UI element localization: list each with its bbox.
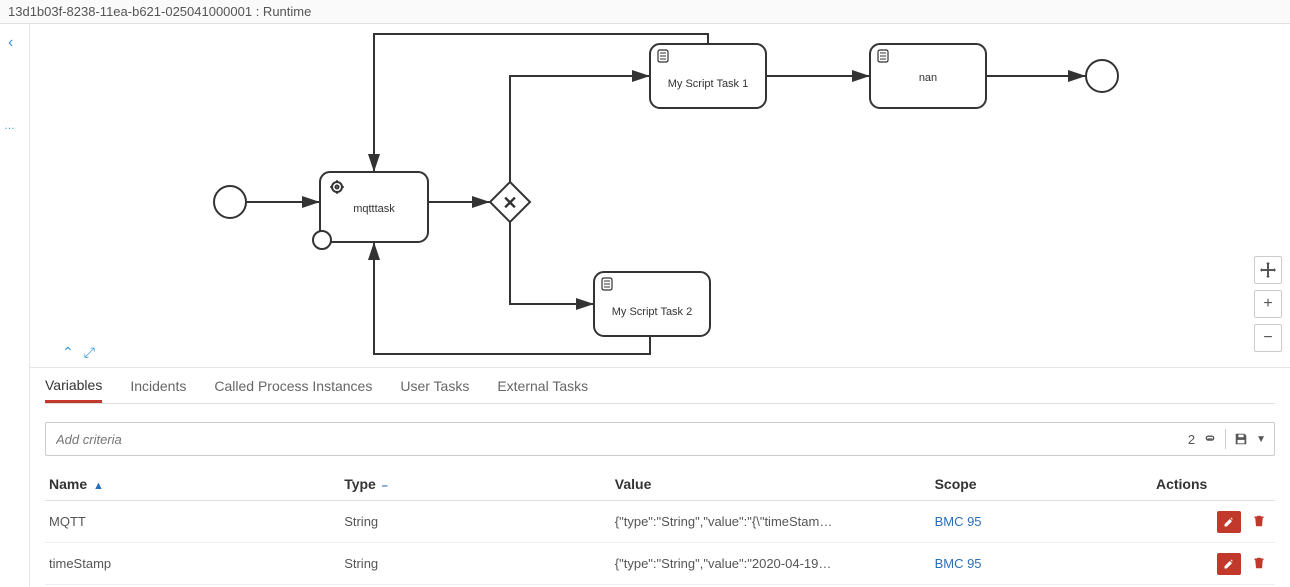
dropdown-caret-icon[interactable]: ▼ <box>1256 434 1266 445</box>
cell-value: {"type":"String","value":"{\"timeStam… <box>611 501 931 543</box>
table-row: timeStamp String {"type":"String","value… <box>45 543 1275 585</box>
exclusive-gateway[interactable]: ✕ <box>490 182 530 222</box>
task-script-2[interactable]: My Script Task 2 <box>594 272 710 336</box>
tab-external-tasks[interactable]: External Tasks <box>497 370 588 401</box>
start-event[interactable] <box>214 186 246 218</box>
tab-variables[interactable]: Variables <box>45 369 102 403</box>
diagram-svg: mqtttask 1 <box>30 24 1290 368</box>
task-script-1-label: My Script Task 1 <box>668 78 749 90</box>
th-scope[interactable]: Scope <box>931 468 1152 501</box>
variables-panel: 2 ▼ Name ▲ <box>45 404 1275 587</box>
end-event[interactable] <box>1086 60 1118 92</box>
sort-asc-icon: ▲ <box>93 480 104 492</box>
tab-incidents[interactable]: Incidents <box>130 370 186 401</box>
reset-view-icon[interactable] <box>1254 256 1282 284</box>
cell-name: MQTT <box>45 501 340 543</box>
task-mqtttask[interactable]: mqtttask 1 <box>313 172 428 249</box>
tabs-bar: Variables Incidents Called Process Insta… <box>45 368 1275 404</box>
left-rail: ‹ … <box>0 24 30 587</box>
flow-gw-s2 <box>510 222 594 304</box>
task-script-2-label: My Script Task 2 <box>612 306 693 318</box>
bpmn-diagram[interactable]: mqtttask 1 <box>30 24 1290 368</box>
link-icon[interactable] <box>1203 432 1217 446</box>
task-script-1[interactable]: My Script Task 1 <box>650 44 766 108</box>
task-nan[interactable]: nan <box>870 44 986 108</box>
th-name[interactable]: Name ▲ <box>45 468 340 501</box>
task-nan-label: nan <box>919 72 937 84</box>
corner-toggles: ⌃ ⤢ <box>62 344 95 361</box>
edit-icon[interactable] <box>1217 553 1241 575</box>
zoom-out-icon[interactable]: − <box>1254 324 1282 352</box>
tab-called-instances[interactable]: Called Process Instances <box>214 370 372 401</box>
th-name-label: Name <box>49 476 87 492</box>
task-mqtttask-label: mqtttask <box>353 203 395 215</box>
edit-icon[interactable] <box>1217 511 1241 533</box>
table-row: MQTT String {"type":"String","value":"{\… <box>45 501 1275 543</box>
save-icon[interactable] <box>1234 432 1248 446</box>
divider <box>1225 429 1226 449</box>
th-type-label: Type <box>344 476 376 492</box>
collapse-panel-icon[interactable]: ⌃ <box>62 344 74 361</box>
rail-ellipsis[interactable]: … <box>4 120 15 132</box>
delete-icon[interactable] <box>1247 552 1271 574</box>
expand-icon[interactable]: ⤢ <box>84 344 95 361</box>
th-value[interactable]: Value <box>611 468 931 501</box>
result-count: 2 <box>1188 432 1195 447</box>
variables-table: Name ▲ Type – Value Scope Actions <box>45 468 1275 585</box>
cell-name: timeStamp <box>45 543 340 585</box>
title-text: 13d1b03f-8238-11ea-b621-025041000001 : R… <box>8 4 311 19</box>
sort-none-icon: – <box>382 480 388 492</box>
flow-gw-s1 <box>510 76 650 182</box>
th-actions: Actions <box>1152 468 1275 501</box>
criteria-input[interactable] <box>46 432 1180 447</box>
chevron-left-icon[interactable]: ‹ <box>8 34 13 52</box>
zoom-in-icon[interactable]: + <box>1254 290 1282 318</box>
scope-link[interactable]: BMC 95 <box>935 514 982 529</box>
cell-type: String <box>340 543 611 585</box>
page-title: 13d1b03f-8238-11ea-b621-025041000001 : R… <box>0 0 1290 24</box>
main-area: ‹ … mqtttask <box>0 24 1290 587</box>
scope-link[interactable]: BMC 95 <box>935 556 982 571</box>
token-count: 1 <box>319 236 325 247</box>
th-type[interactable]: Type – <box>340 468 611 501</box>
cell-type: String <box>340 501 611 543</box>
criteria-meta: 2 ▼ <box>1180 429 1274 449</box>
zoom-controls: + − <box>1254 256 1282 352</box>
criteria-bar: 2 ▼ <box>45 422 1275 456</box>
cell-value: {"type":"String","value":"2020-04-19… <box>611 543 931 585</box>
delete-icon[interactable] <box>1247 510 1271 532</box>
tab-user-tasks[interactable]: User Tasks <box>400 370 469 401</box>
svg-text:✕: ✕ <box>502 193 517 213</box>
canvas-area: mqtttask 1 <box>30 24 1290 587</box>
